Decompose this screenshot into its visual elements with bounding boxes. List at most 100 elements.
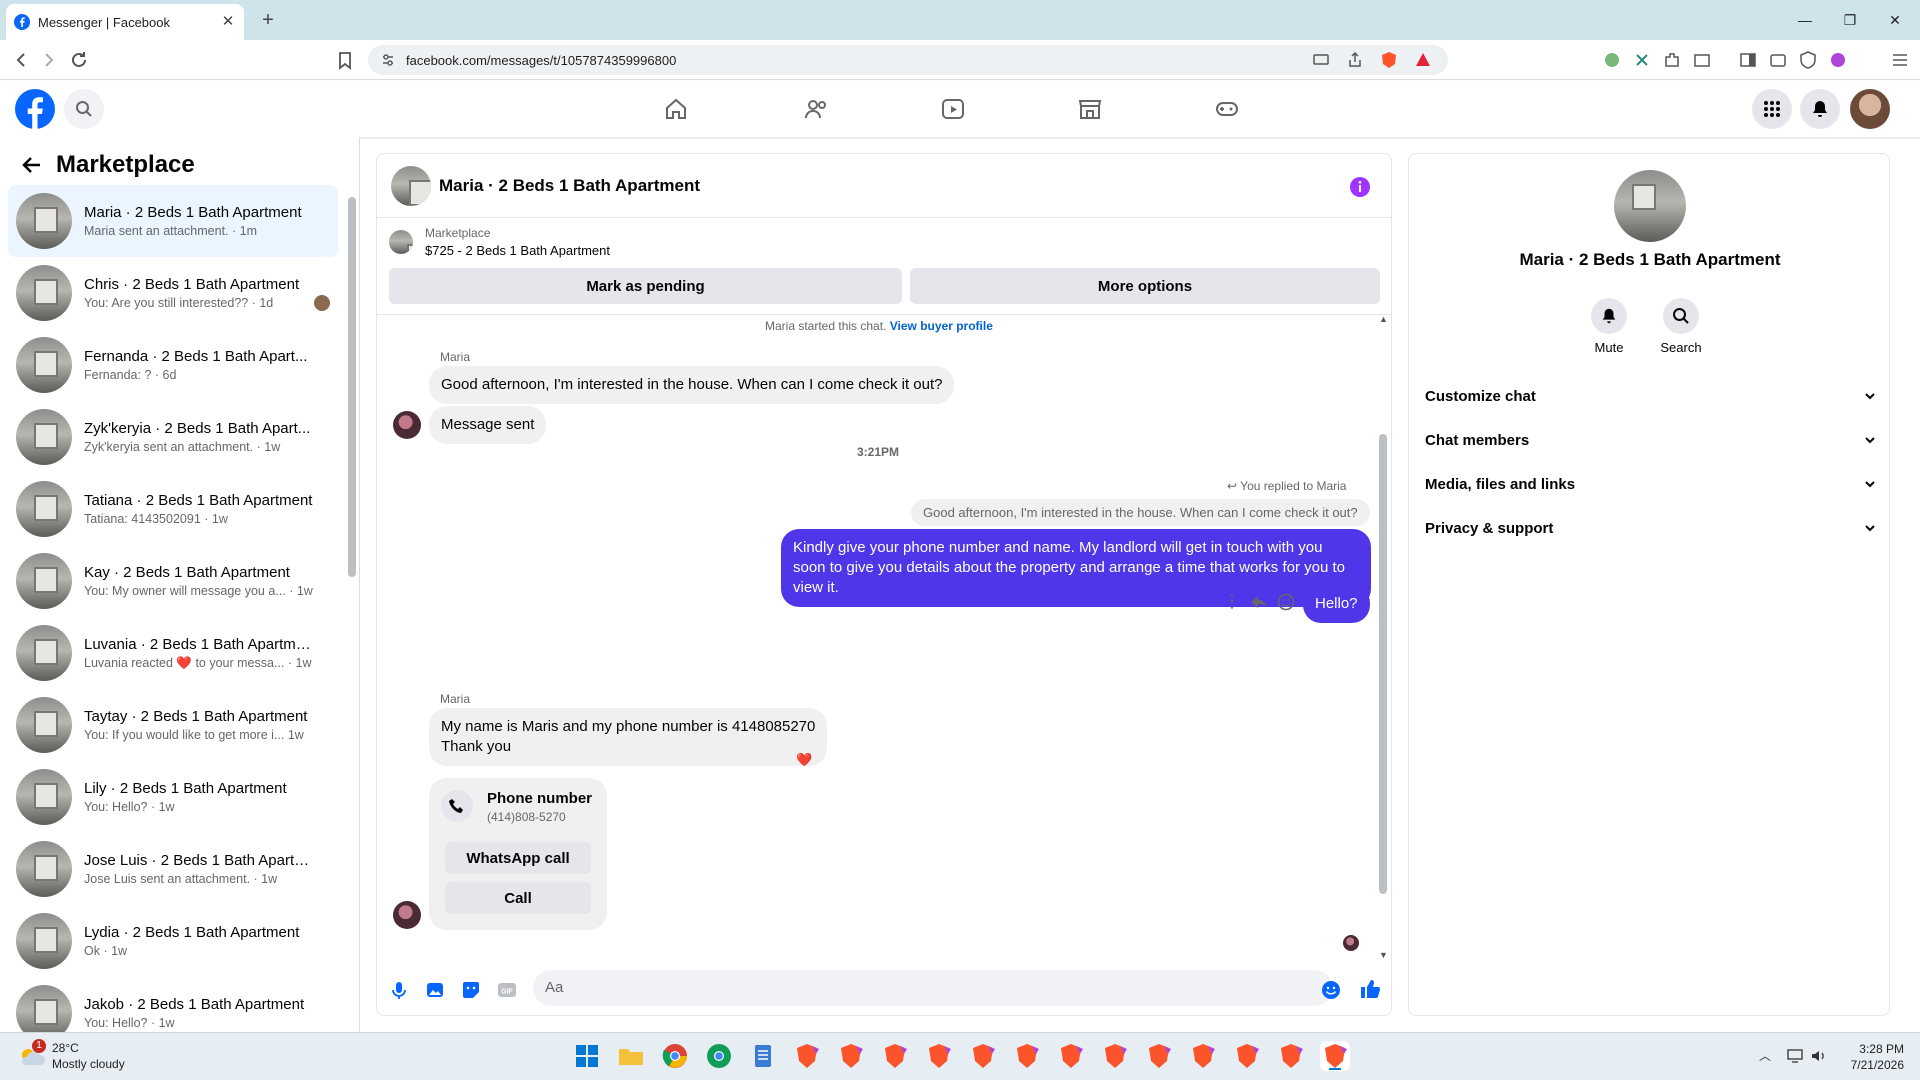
nav-friends[interactable] (786, 89, 846, 129)
brave-rewards-icon[interactable] (1414, 51, 1432, 69)
brave-icon[interactable] (1144, 1041, 1174, 1071)
weather-widget[interactable]: 1 28°C Mostly cloudy (16, 1039, 125, 1071)
brave-active-icon[interactable] (1320, 1041, 1350, 1071)
privacy-support-item[interactable]: Privacy & support (1425, 508, 1877, 548)
facebook-search-button[interactable] (64, 89, 104, 129)
close-window-icon[interactable]: ✕ (1883, 10, 1907, 30)
scroll-up-icon[interactable]: ▲ (1379, 314, 1388, 324)
listing-summary[interactable]: Marketplace $725 - 2 Beds 1 Bath Apartme… (389, 226, 610, 258)
mute-button[interactable]: Mute (1579, 298, 1639, 355)
conversation-item[interactable]: Taytay · 2 Beds 1 Bath Apartment You: If … (8, 689, 338, 761)
new-tab-icon[interactable]: + (258, 10, 278, 30)
facebook-logo-icon[interactable] (15, 89, 55, 129)
quoted-message[interactable]: Good afternoon, I'm interested in the ho… (911, 499, 1370, 526)
tray-overflow-icon[interactable]: ︿ (1756, 1047, 1774, 1065)
system-clock[interactable]: 3:28 PM 7/21/2026 (1851, 1041, 1904, 1073)
brave-icon[interactable] (1232, 1041, 1262, 1071)
share-icon[interactable] (1346, 51, 1364, 69)
view-buyer-profile-link[interactable]: View buyer profile (890, 319, 993, 333)
outgoing-message[interactable]: Hello? (1303, 585, 1370, 623)
screenshot-icon[interactable] (1692, 50, 1712, 70)
brave-icon[interactable] (924, 1041, 954, 1071)
conversation-item[interactable]: Tatiana · 2 Beds 1 Bath Apartment Tatiana… (8, 473, 338, 545)
brave-shields-icon[interactable] (1380, 51, 1398, 69)
conversation-item[interactable]: Kay · 2 Beds 1 Bath Apartment You: My own… (8, 545, 338, 617)
brave-icon[interactable] (1276, 1041, 1306, 1071)
chat-scrollbar-thumb[interactable] (1379, 434, 1387, 894)
back-arrow-icon[interactable] (20, 153, 44, 177)
sidebar-icon[interactable] (1738, 50, 1758, 70)
apps-menu-button[interactable] (1752, 89, 1792, 129)
volume-icon[interactable] (1810, 1047, 1828, 1065)
message-input[interactable]: Aa (533, 970, 1333, 1006)
nav-home[interactable] (646, 89, 706, 129)
incoming-message[interactable]: Good afternoon, I'm interested in the ho… (429, 366, 955, 404)
nav-watch[interactable] (923, 89, 983, 129)
conversation-item[interactable]: Luvania · 2 Beds 1 Bath Apartment Luvania… (8, 617, 338, 689)
bookmark-icon[interactable] (334, 49, 356, 71)
extension-puzzle-alt-icon[interactable] (1632, 50, 1652, 70)
restore-icon[interactable]: ❐ (1838, 10, 1862, 30)
search-in-chat-button[interactable]: Search (1651, 298, 1711, 355)
heart-reaction[interactable]: ❤️ (796, 752, 812, 768)
incoming-message[interactable]: My name is Maris and my phone number is … (429, 708, 828, 766)
gif-icon[interactable]: GIF (497, 980, 517, 1000)
menu-icon[interactable] (1890, 50, 1910, 70)
conversation-item[interactable]: Maria · 2 Beds 1 Bath Apartment Maria sen… (8, 185, 338, 257)
conversation-item[interactable]: Jakob · 2 Beds 1 Bath Apartment You: Hell… (8, 977, 338, 1032)
mark-as-pending-button[interactable]: Mark as pending (389, 268, 902, 304)
emoji-icon[interactable] (1321, 980, 1341, 1000)
more-actions-icon[interactable]: ⋮ (1223, 591, 1241, 611)
media-files-links-item[interactable]: Media, files and links (1425, 464, 1877, 504)
brave-icon[interactable] (880, 1041, 910, 1071)
brave-icon[interactable] (792, 1041, 822, 1071)
extensions-icon[interactable] (1662, 50, 1682, 70)
extension-green-icon[interactable] (1602, 50, 1622, 70)
nav-marketplace[interactable] (1060, 89, 1120, 129)
reply-icon[interactable] (1250, 594, 1268, 610)
chrome-icon[interactable] (660, 1041, 690, 1071)
brave-icon[interactable] (1100, 1041, 1130, 1071)
like-icon[interactable] (1359, 978, 1381, 1000)
minimize-icon[interactable]: — (1793, 10, 1817, 30)
leo-ai-icon[interactable] (1828, 50, 1848, 70)
brave-icon[interactable] (836, 1041, 866, 1071)
conversation-item[interactable]: Lily · 2 Beds 1 Bath Apartment You: Hello… (8, 761, 338, 833)
sticker-icon[interactable] (461, 980, 481, 1000)
profile-avatar[interactable] (1850, 89, 1890, 129)
conversation-item[interactable]: Fernanda · 2 Beds 1 Bath Apart... Fernand… (8, 329, 338, 401)
notifications-button[interactable] (1800, 89, 1840, 129)
chat-members-item[interactable]: Chat members (1425, 420, 1877, 460)
brave-icon[interactable] (1056, 1041, 1086, 1071)
conversation-item[interactable]: Zyk'keryia · 2 Beds 1 Bath Apart... Zyk'k… (8, 401, 338, 473)
close-tab-icon[interactable]: ✕ (220, 14, 236, 30)
address-bar[interactable]: facebook.com/messages/t/1057874359996800 (368, 45, 1448, 75)
react-icon[interactable] (1277, 593, 1295, 611)
browser-tab[interactable]: Messenger | Facebook ✕ (6, 4, 244, 40)
conversation-item[interactable]: Jose Luis · 2 Beds 1 Bath Apartm... Jose … (8, 833, 338, 905)
whatsapp-call-button[interactable]: WhatsApp call (445, 842, 591, 874)
conversation-list-scrollbar[interactable] (348, 197, 356, 577)
chat-scrollbar[interactable]: ▲ ▼ (1379, 314, 1388, 964)
photo-icon[interactable] (425, 980, 445, 1000)
file-explorer-icon[interactable] (616, 1041, 646, 1071)
brave-icon[interactable] (968, 1041, 998, 1071)
customize-chat-item[interactable]: Customize chat (1425, 376, 1877, 416)
vpn-icon[interactable] (1798, 50, 1818, 70)
notepad-icon[interactable] (748, 1041, 778, 1071)
brave-icon[interactable] (1012, 1041, 1042, 1071)
site-settings-icon[interactable] (380, 52, 396, 68)
incoming-message[interactable]: Message sent (429, 406, 547, 444)
voice-clip-icon[interactable] (389, 980, 409, 1000)
nav-gaming[interactable] (1197, 89, 1257, 129)
back-icon[interactable] (10, 49, 32, 71)
reload-icon[interactable] (68, 49, 90, 71)
network-icon[interactable] (1786, 1047, 1804, 1065)
conversation-item[interactable]: Chris · 2 Beds 1 Bath Apartment You: Are … (8, 257, 338, 329)
conversation-item[interactable]: Lydia · 2 Beds 1 Bath Apartment Ok · 1w (8, 905, 338, 977)
chrome-profile-icon[interactable] (704, 1041, 734, 1071)
brave-icon[interactable] (1188, 1041, 1218, 1071)
chat-avatar[interactable] (391, 165, 431, 206)
scroll-down-icon[interactable]: ▼ (1379, 950, 1388, 960)
info-icon[interactable] (1349, 176, 1371, 198)
